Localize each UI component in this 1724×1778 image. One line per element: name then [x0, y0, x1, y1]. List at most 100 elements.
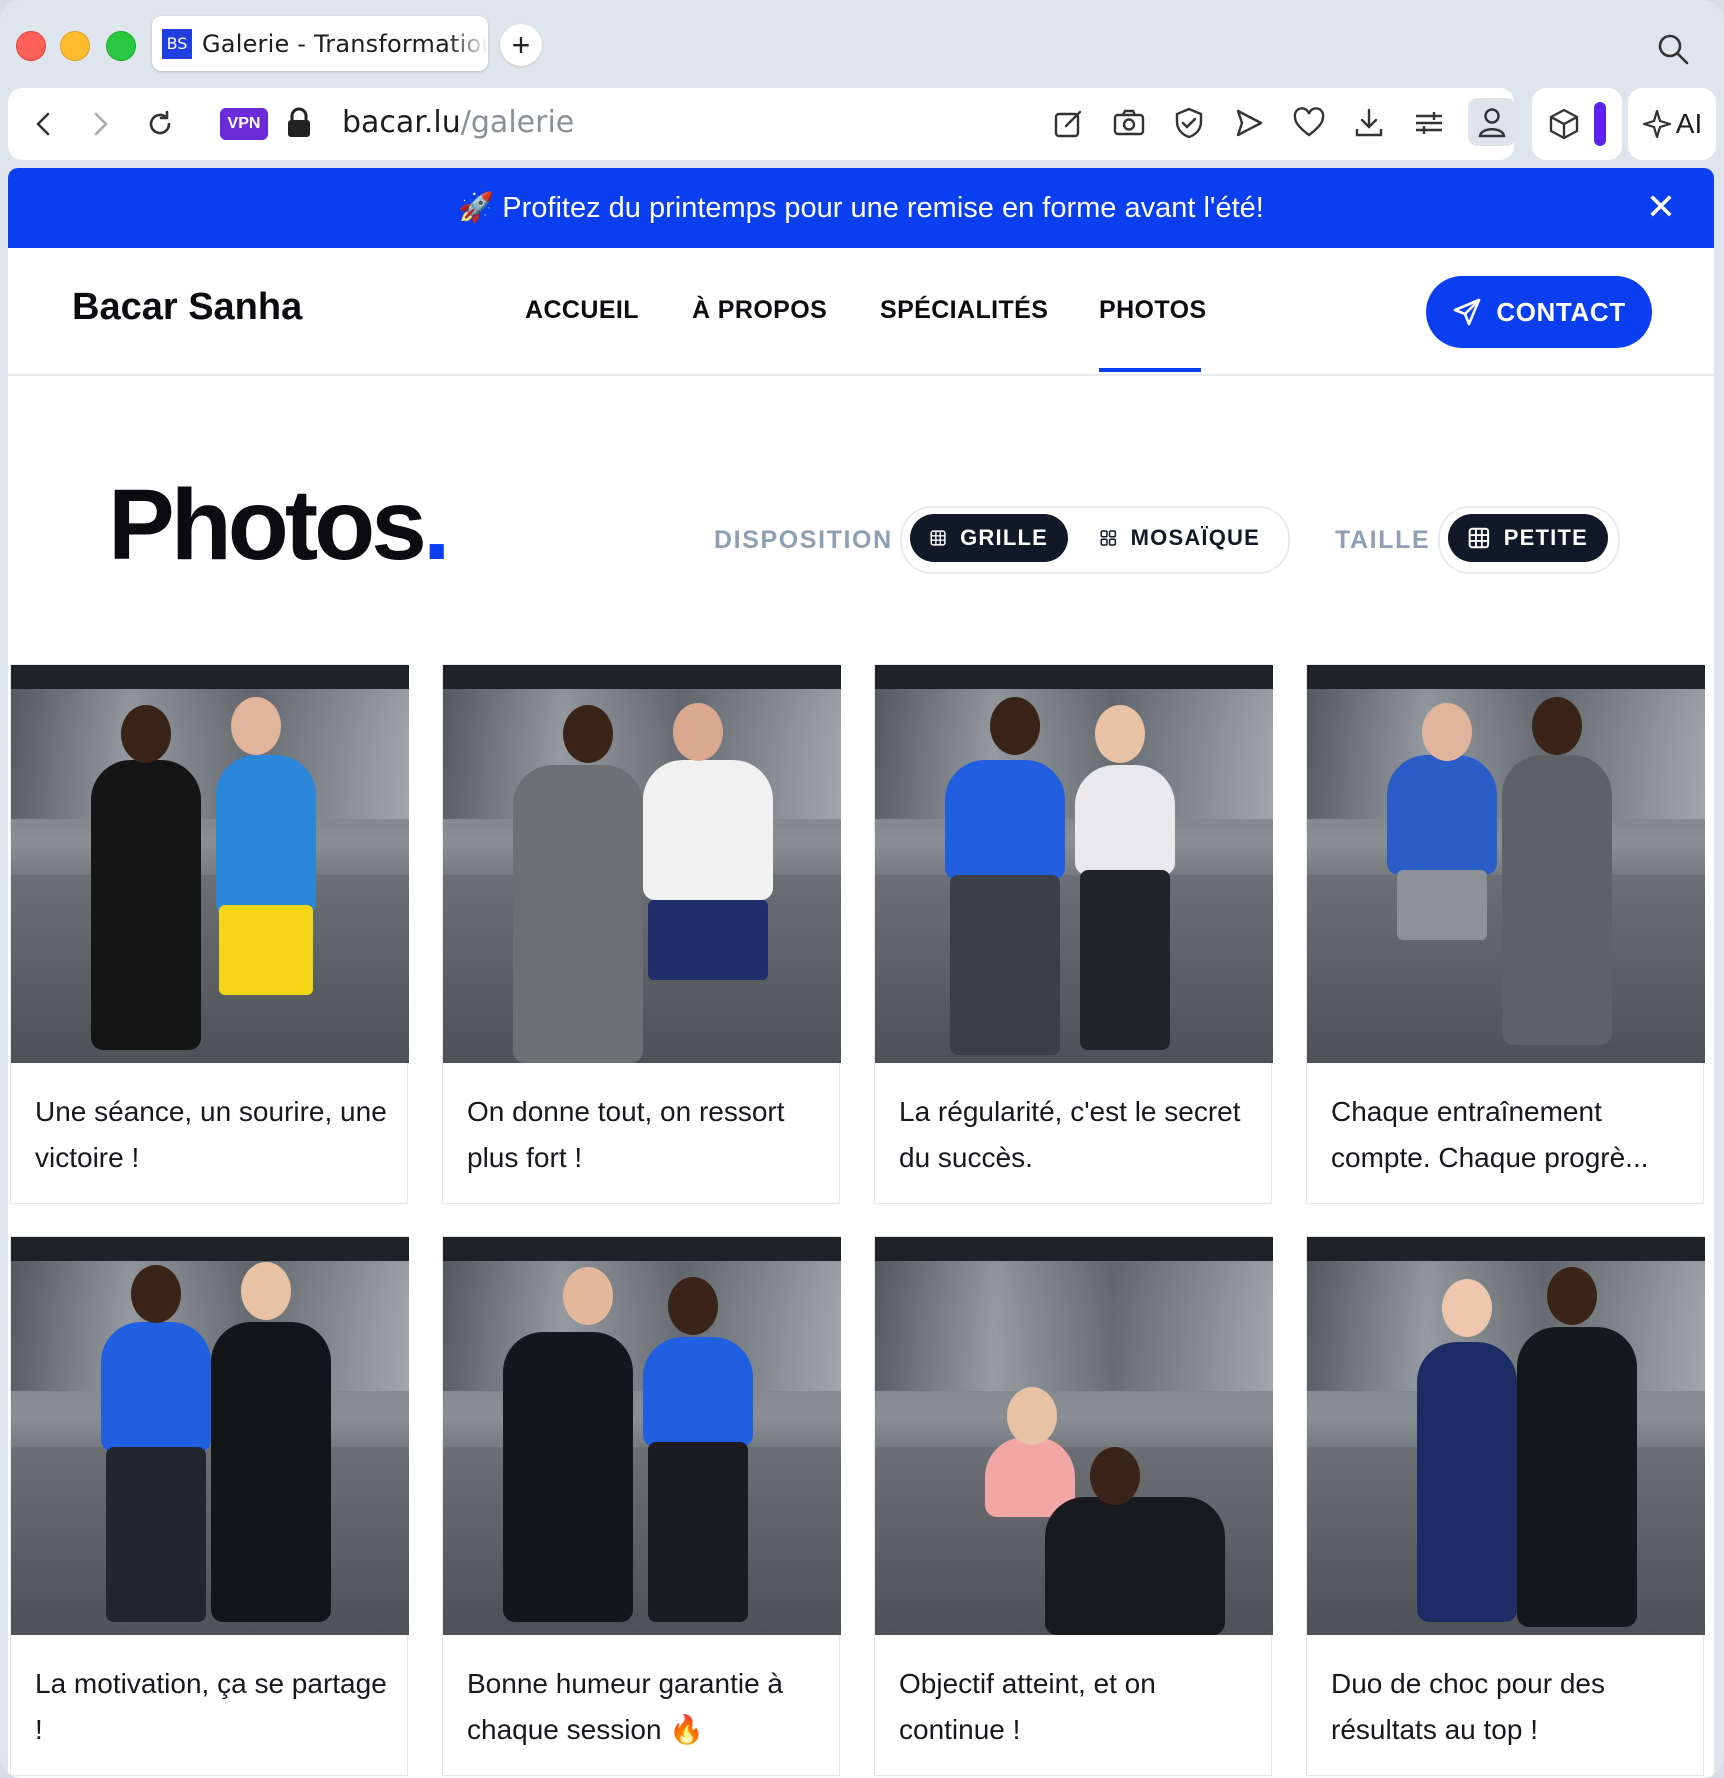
cube-icon[interactable]	[1546, 106, 1582, 142]
nav-link-accueil[interactable]: ACCUEIL	[525, 296, 639, 325]
gallery-photo[interactable]	[875, 665, 1273, 1063]
settings-sliders-icon[interactable]	[1412, 106, 1446, 140]
browser-window: BS Galerie - Transformation + VPN bacar.…	[0, 0, 1724, 1778]
photo-person	[643, 1337, 753, 1447]
profile-button[interactable]	[1468, 98, 1516, 146]
contact-button[interactable]: CONTACT	[1426, 276, 1652, 348]
photo-ceiling	[1307, 1237, 1705, 1261]
photo-caption: Chaque entraînement compte. Chaque progr…	[1331, 1096, 1649, 1173]
search-icon[interactable]	[1656, 32, 1690, 66]
site-logo[interactable]: Bacar Sanha	[72, 286, 302, 329]
tab-fade	[448, 16, 488, 71]
photo-person-shorts	[1397, 870, 1487, 940]
photo-person-head	[673, 703, 723, 761]
photo-person-head	[1090, 1447, 1140, 1505]
sidebar-indicator[interactable]	[1594, 102, 1606, 146]
heart-icon[interactable]	[1292, 106, 1326, 140]
photo-person	[211, 1322, 331, 1622]
page-title-dot: .	[422, 469, 451, 581]
zoom-window-button[interactable]	[106, 31, 136, 61]
mosaic-icon	[1100, 530, 1117, 546]
photo-person-head	[121, 705, 171, 763]
paper-plane-icon	[1454, 298, 1481, 326]
minimize-window-button[interactable]	[60, 31, 90, 61]
profile-icon	[1478, 108, 1506, 138]
photo-caption: Bonne humeur garantie à chaque session 🔥	[467, 1668, 783, 1745]
forward-icon[interactable]	[82, 106, 118, 142]
photo-person-head	[231, 697, 281, 755]
send-icon[interactable]	[1232, 106, 1266, 140]
photo-person-pants	[1080, 870, 1170, 1050]
shield-icon[interactable]	[1172, 106, 1206, 140]
photo-person-head	[1532, 697, 1582, 755]
url-field[interactable]: bacar.lu/galerie	[342, 105, 574, 140]
nav-link-a-propos[interactable]: À PROPOS	[692, 296, 827, 325]
photo-person	[945, 760, 1065, 880]
back-icon[interactable]	[26, 106, 62, 142]
photo-person	[1075, 765, 1175, 875]
photo-ceiling	[443, 665, 841, 689]
gallery-photo[interactable]	[1307, 1237, 1705, 1635]
photo-person-head	[990, 697, 1040, 755]
reload-icon[interactable]	[142, 106, 178, 142]
url-domain: bacar.lu	[342, 105, 461, 140]
lock-icon[interactable]	[286, 106, 312, 140]
favicon: BS	[162, 28, 192, 59]
layout-label: DISPOSITION	[714, 526, 893, 554]
photo-person-pants	[648, 1442, 748, 1622]
download-icon[interactable]	[1352, 106, 1386, 140]
photo-person	[513, 765, 643, 1063]
vpn-badge[interactable]: VPN	[220, 108, 268, 140]
photo-caption: La régularité, c'est le secret du succès…	[899, 1096, 1241, 1173]
photo-person	[503, 1332, 633, 1622]
gallery-card[interactable]: Bonne humeur garantie à chaque session 🔥	[442, 1236, 841, 1776]
gallery-photo[interactable]	[1307, 665, 1705, 1063]
address-bar: VPN bacar.lu/galerie	[8, 88, 1516, 160]
gallery-photo[interactable]	[11, 1237, 409, 1635]
nav-link-photos[interactable]: PHOTOS	[1099, 296, 1207, 325]
gallery-photo[interactable]	[443, 1237, 841, 1635]
size-label: TAILLE	[1335, 526, 1431, 554]
gallery-card[interactable]: La régularité, c'est le secret du succès…	[874, 664, 1273, 1204]
layout-option-grille[interactable]: GRILLE	[910, 514, 1068, 562]
gallery-card[interactable]: Duo de choc pour des résultats au top !	[1306, 1236, 1705, 1776]
photo-caption: La motivation, ça se partage !	[35, 1668, 387, 1745]
layout-option-grille-label: GRILLE	[960, 525, 1048, 550]
photo-person-head	[668, 1277, 718, 1335]
photo-person	[216, 755, 316, 915]
grid-icon	[1468, 527, 1490, 549]
gallery-photo[interactable]	[11, 665, 409, 1063]
gallery-card[interactable]: La motivation, ça se partage !	[10, 1236, 409, 1776]
close-window-button[interactable]	[16, 31, 46, 61]
web-page: 🚀 Profitez du printemps pour une remise …	[8, 168, 1714, 1778]
camera-icon[interactable]	[1112, 106, 1146, 140]
layout-option-mosaique[interactable]: MOSAÏQUE	[1080, 514, 1280, 562]
gallery-card[interactable]: Objectif atteint, et on continue !	[874, 1236, 1273, 1776]
photo-person-head	[1547, 1267, 1597, 1325]
photo-ceiling	[1307, 665, 1705, 689]
layout-toggle: GRILLE MOSAÏQUE	[900, 506, 1290, 574]
site-header: Bacar Sanha ACCUEIL À PROPOS SPÉCIALITÉS…	[8, 248, 1714, 376]
photo-person	[1517, 1327, 1637, 1627]
sparkle-icon	[1642, 109, 1671, 139]
new-tab-button[interactable]: +	[500, 24, 542, 66]
browser-tab[interactable]: BS Galerie - Transformation	[152, 16, 488, 71]
gallery-card[interactable]: On donne tout, on ressort plus fort !	[442, 664, 841, 1204]
photo-floor	[11, 875, 409, 1063]
photo-mirror	[11, 689, 409, 819]
photo-person	[1045, 1497, 1225, 1635]
gallery-photo[interactable]	[443, 665, 841, 1063]
active-nav-indicator	[1099, 368, 1201, 372]
edit-page-icon[interactable]	[1052, 106, 1086, 140]
gallery-photo[interactable]	[875, 1237, 1273, 1635]
photo-person-head	[241, 1262, 291, 1320]
size-option-petite[interactable]: PETITE	[1448, 514, 1608, 562]
close-banner-button[interactable]: ✕	[1646, 186, 1676, 228]
gallery-card[interactable]: Une séance, un sourire, une victoire !	[10, 664, 409, 1204]
photo-caption: Objectif atteint, et on continue !	[899, 1668, 1156, 1745]
nav-link-specialites[interactable]: SPÉCIALITÉS	[880, 296, 1048, 325]
photo-person	[91, 760, 201, 1050]
ai-button[interactable]: AI	[1628, 88, 1716, 160]
size-option-petite-label: PETITE	[1503, 525, 1588, 550]
gallery-card[interactable]: Chaque entraînement compte. Chaque progr…	[1306, 664, 1705, 1204]
